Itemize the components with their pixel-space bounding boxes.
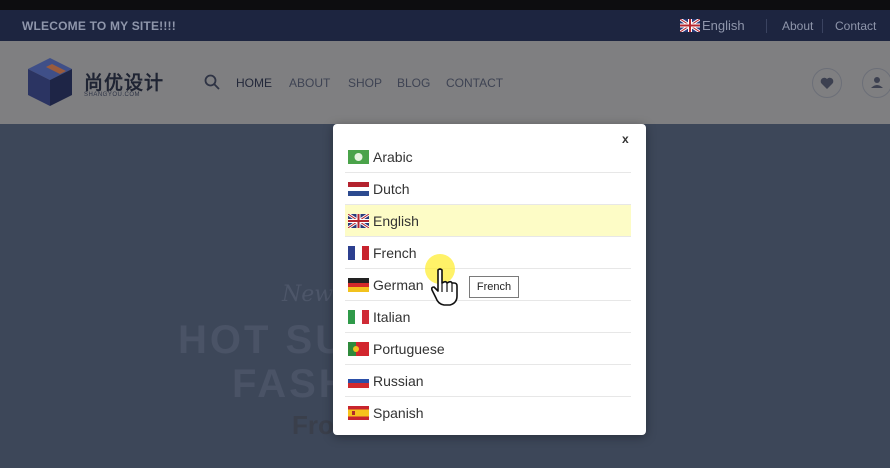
- netherlands-flag-icon: [348, 181, 369, 196]
- portugal-flag-icon: [348, 341, 369, 356]
- search-icon[interactable]: [204, 74, 220, 90]
- tooltip: French: [469, 276, 519, 298]
- hand-cursor-icon: [430, 268, 458, 306]
- top-bar: WLECOME TO MY SITE!!!! English About Con…: [0, 10, 890, 41]
- divider: [822, 19, 823, 33]
- hero-headline-1: HOT SU: [178, 318, 348, 362]
- language-option-french[interactable]: French: [345, 237, 631, 269]
- nav-home[interactable]: HOME: [236, 76, 272, 90]
- language-switcher[interactable]: English: [680, 18, 745, 33]
- user-icon: [871, 77, 883, 88]
- language-option-english[interactable]: English: [345, 205, 631, 237]
- italy-flag-icon: [348, 309, 369, 324]
- hero-script-text: New: [282, 282, 334, 307]
- uk-flag-icon: [680, 19, 700, 32]
- nav-about[interactable]: ABOUT: [289, 76, 330, 90]
- logo-subtext: SHANGYOU.COM: [84, 92, 141, 98]
- russia-flag-icon: [348, 373, 369, 388]
- hero-subline: Fro: [292, 410, 334, 440]
- language-label: German: [373, 276, 424, 293]
- language-label: Italian: [373, 308, 411, 325]
- nav-shop[interactable]: SHOP: [348, 76, 382, 90]
- welcome-text: WLECOME TO MY SITE!!!!: [22, 19, 176, 33]
- language-label: Portuguese: [373, 340, 445, 357]
- uk-flag-icon: [348, 213, 369, 228]
- top-about-link[interactable]: About: [782, 19, 813, 33]
- divider: [766, 19, 767, 33]
- language-label: Russian: [373, 372, 424, 389]
- logo-text: 尚优设计: [84, 73, 165, 94]
- account-button[interactable]: [862, 68, 890, 98]
- language-option-portuguese[interactable]: Portuguese: [345, 333, 631, 365]
- france-flag-icon: [348, 245, 369, 260]
- nav-contact[interactable]: CONTACT: [446, 76, 503, 90]
- language-label: English: [373, 212, 419, 229]
- language-label: Spanish: [373, 404, 424, 421]
- top-strip: [0, 0, 890, 10]
- logo-cube-icon[interactable]: [26, 56, 74, 108]
- language-label: French: [373, 244, 417, 261]
- language-label: English: [702, 18, 745, 33]
- language-option-russian[interactable]: Russian: [345, 365, 631, 397]
- language-option-arabic[interactable]: Arabic: [345, 141, 631, 173]
- germany-flag-icon: [348, 277, 369, 292]
- language-label: Arabic: [373, 148, 413, 165]
- language-label: Dutch: [373, 180, 410, 197]
- nav-blog[interactable]: BLOG: [397, 76, 430, 90]
- top-contact-link[interactable]: Contact: [835, 19, 876, 33]
- language-option-spanish[interactable]: Spanish: [345, 397, 631, 428]
- language-option-italian[interactable]: Italian: [345, 301, 631, 333]
- language-option-dutch[interactable]: Dutch: [345, 173, 631, 205]
- spain-flag-icon: [348, 405, 369, 420]
- wishlist-button[interactable]: [812, 68, 842, 98]
- heart-icon: [820, 77, 834, 89]
- saudi-flag-icon: [348, 149, 369, 164]
